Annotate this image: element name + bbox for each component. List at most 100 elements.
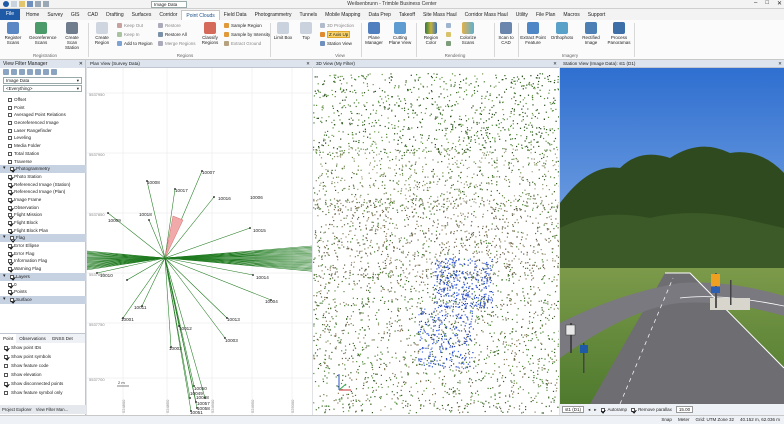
filter-tree-item[interactable]: Laser Rangefinder <box>0 127 86 135</box>
tab-drafting[interactable]: Drafting <box>102 10 128 20</box>
filter-checkbox[interactable] <box>8 251 12 256</box>
filter-checkbox[interactable] <box>8 144 12 149</box>
point-label[interactable]: 10012 <box>179 326 192 331</box>
station-select[interactable]: st1 (D1) <box>562 406 585 413</box>
tab-point[interactable]: Point <box>0 334 17 343</box>
filter-tree-item[interactable]: Flight Block <box>0 219 86 227</box>
prev-station-icon[interactable]: ◂ <box>588 407 590 413</box>
point-label[interactable]: 10013 <box>227 317 240 322</box>
filter-tree-item[interactable]: Offset <box>0 96 86 104</box>
process-panoramas-button[interactable]: Process Panoramas <box>606 22 632 45</box>
orthophoto-button[interactable]: Orthophoto <box>549 22 575 40</box>
tab-utility[interactable]: Utility <box>512 10 532 20</box>
region-color-button[interactable]: Region Color <box>419 22 443 45</box>
georeference-scans-button[interactable]: Georeference Scans <box>29 22 57 45</box>
option-checkbox[interactable] <box>4 354 8 359</box>
filter-tree-item[interactable]: 0 <box>0 281 86 289</box>
extract-ground-button[interactable]: Extract Ground <box>224 40 261 47</box>
filter-tree-item[interactable]: Observation <box>0 204 86 212</box>
filter-checkbox[interactable] <box>8 98 12 102</box>
filter-checkbox[interactable] <box>8 221 12 225</box>
filter-checkbox[interactable] <box>10 167 14 172</box>
display-option[interactable]: Show feature code <box>0 361 85 370</box>
point-label[interactable]: 10009 <box>108 218 121 223</box>
register-scans-button[interactable]: Register Scans <box>1 22 25 45</box>
tab-point-clouds[interactable]: Point Clouds <box>181 9 220 20</box>
point-label[interactable]: 10017 <box>175 188 188 193</box>
display-option[interactable]: Show elevation <box>0 370 85 379</box>
uncheck-all-icon[interactable] <box>35 69 41 75</box>
display-option[interactable]: Show point symbols <box>0 352 85 361</box>
create-region-button[interactable]: Create Region <box>90 22 114 45</box>
point-label[interactable]: 10018 <box>139 212 152 217</box>
tab-surfaces[interactable]: Surfaces <box>128 10 156 20</box>
layers-icon[interactable] <box>43 69 49 75</box>
plan-view[interactable]: Plan View (Survey Data) ✕ 10007 10008 1001… <box>87 60 312 415</box>
create-scan-station-button[interactable]: Create Scan Station <box>60 22 84 50</box>
display-option[interactable]: Show feature symbol only <box>0 388 85 397</box>
save-filter-icon[interactable] <box>11 69 17 75</box>
station-view[interactable]: Station View (Image Data): st1 (D1) ✕ st… <box>560 60 784 415</box>
rectified-image-button[interactable]: Rectified Image <box>578 22 604 45</box>
point-label[interactable]: 10011 <box>134 305 147 310</box>
tab-site-mass-haul[interactable]: Site Mass Haul <box>419 10 461 20</box>
filter-tree-item[interactable]: Photogrammetry <box>0 165 86 173</box>
minimize-button[interactable]: – <box>754 0 757 7</box>
sample-by-intensity-button[interactable]: Sample by Intensity <box>224 31 270 38</box>
keep-out-button[interactable]: Keep Out <box>117 22 143 29</box>
snap-toggle[interactable]: Snap <box>661 416 672 424</box>
point-label[interactable]: 10008 <box>147 180 160 185</box>
filter-tree-item[interactable]: Total Station <box>0 150 86 158</box>
next-station-icon[interactable]: ▸ <box>594 407 596 413</box>
tab-file[interactable]: File <box>0 9 20 20</box>
add-to-region-button[interactable]: Add to Region <box>117 40 153 47</box>
autoramp-checkbox[interactable]: Autoramp <box>600 406 627 413</box>
tab-project-explorer[interactable]: Project Explorer <box>2 405 32 414</box>
filter-tree-item[interactable]: Warning Flag <box>0 265 86 273</box>
point-label[interactable]: 10007 <box>202 170 215 175</box>
filter-checkbox[interactable] <box>8 259 12 264</box>
option-checkbox[interactable] <box>4 363 8 368</box>
station-view-button[interactable]: Station View <box>320 40 352 47</box>
tab-corridor-mass-haul[interactable]: Corridor Mass Haul <box>461 10 512 20</box>
close-plan-view-icon[interactable]: ✕ <box>306 60 310 68</box>
filter-checkbox[interactable] <box>8 228 12 233</box>
cutting-plane-view-button[interactable]: Cutting Plane View <box>388 22 412 45</box>
filter-tree-item[interactable]: Flight Mission <box>0 211 86 219</box>
filter-tree-item[interactable]: Flight Block Plan <box>0 227 86 235</box>
option-checkbox[interactable] <box>4 390 8 395</box>
display-option[interactable]: Show point IDs <box>0 343 85 352</box>
point-label[interactable]: 10048 <box>196 395 209 400</box>
filter-checkbox[interactable] <box>8 282 12 287</box>
close-station-view-icon[interactable]: ✕ <box>778 60 782 68</box>
tab-takeoff[interactable]: Takeoff <box>395 10 419 20</box>
filter-tree-item[interactable]: Layers <box>0 272 86 281</box>
option-checkbox[interactable] <box>4 345 8 350</box>
tab-data-prep[interactable]: Data Prep <box>364 10 395 20</box>
option-checkbox[interactable] <box>4 372 8 377</box>
parallax-distance-input[interactable]: 15.00 <box>675 406 694 413</box>
filter-checkbox[interactable] <box>8 213 12 218</box>
tab-gnss[interactable]: GNSS Det <box>49 334 76 343</box>
tab-cad[interactable]: CAD <box>84 10 103 20</box>
point-label[interactable]: 10006 <box>250 195 263 200</box>
station-photo[interactable] <box>560 68 784 404</box>
3d-projection-button[interactable]: 3D Projection <box>320 22 354 29</box>
3d-view[interactable]: 3D View (My Filter) ✕ <box>313 60 559 415</box>
filter-checkbox[interactable] <box>8 174 12 179</box>
filter-checkbox[interactable] <box>10 297 14 302</box>
check-all-icon[interactable] <box>27 69 33 75</box>
filter-tree-item[interactable]: Surface <box>0 295 86 304</box>
scan-to-cad-button[interactable]: Scan to CAD <box>495 22 517 45</box>
plan-view-canvas[interactable]: 10007 10008 10017 10018 10016 10006 10009 10015… <box>87 68 312 415</box>
filter-tree-item[interactable]: Error Flag <box>0 250 86 258</box>
classify-regions-button[interactable]: Classify Regions <box>198 22 222 45</box>
sample-region-button[interactable]: Sample Region <box>224 22 262 29</box>
extract-point-feature-button[interactable]: Extract Point Feature <box>519 22 547 45</box>
tab-field-data[interactable]: Field Data <box>220 10 251 20</box>
tab-macros[interactable]: Macros <box>559 10 583 20</box>
filter-checkbox[interactable] <box>10 236 14 241</box>
filter-tree-item[interactable]: Photo Station <box>0 173 86 181</box>
tab-home[interactable]: Home <box>22 10 43 20</box>
remove-parallax-checkbox[interactable]: Remove parallax <box>631 406 672 413</box>
